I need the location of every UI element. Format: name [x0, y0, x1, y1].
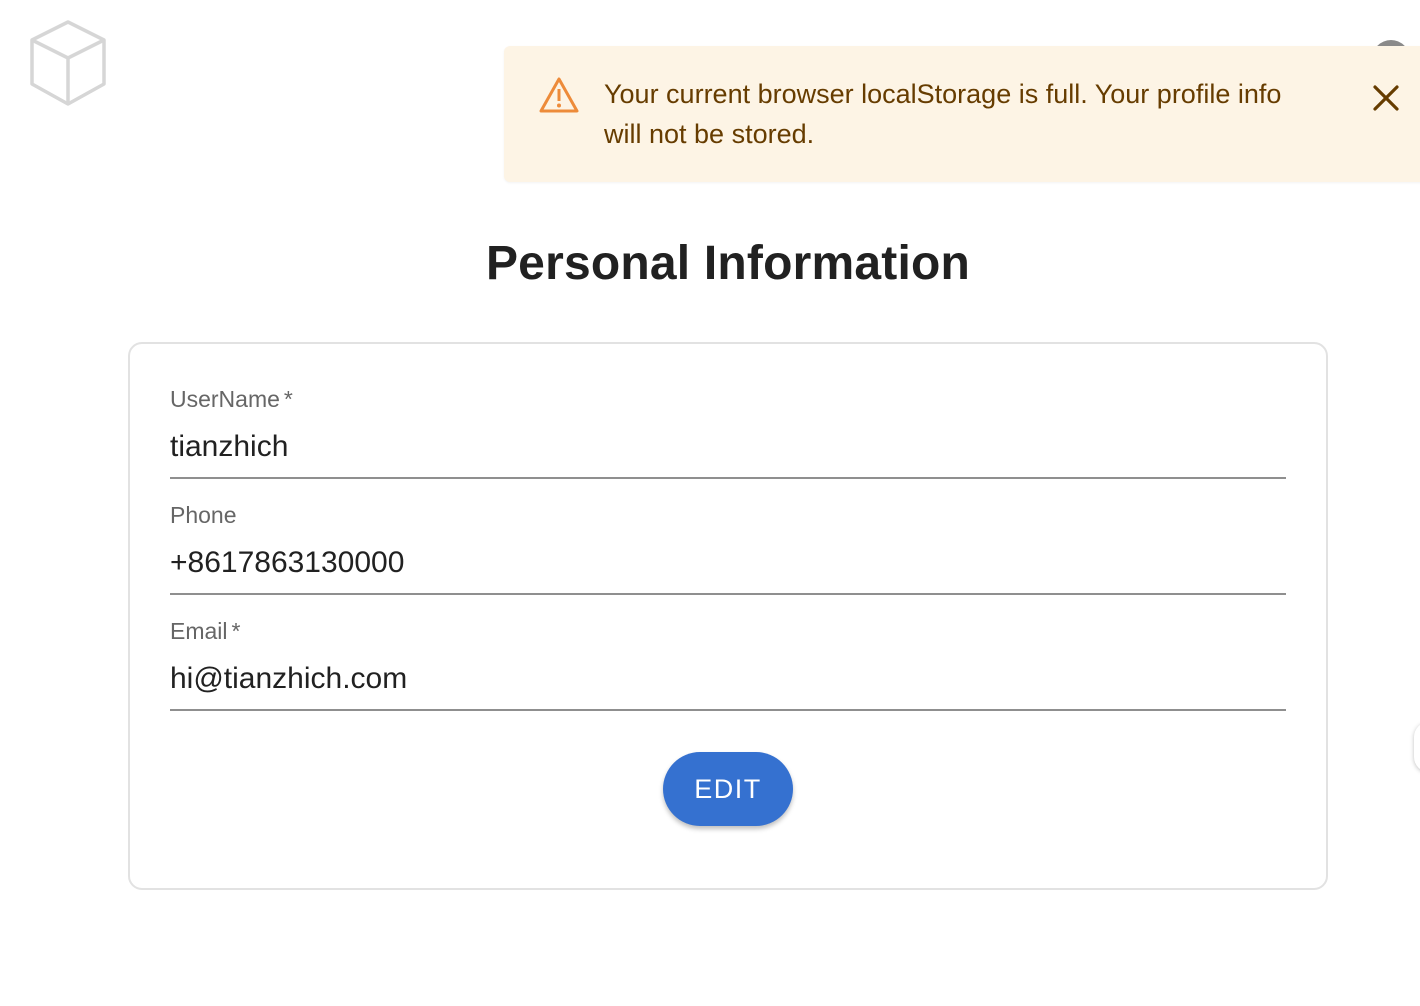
- phone-label-text: Phone: [170, 502, 237, 528]
- username-input[interactable]: [170, 430, 1286, 464]
- phone-underline: [170, 593, 1286, 595]
- cube-icon[interactable]: [26, 18, 110, 108]
- alert-message: Your current browser localStorage is ful…: [604, 79, 1282, 149]
- edit-button[interactable]: EDIT: [663, 752, 793, 826]
- email-input[interactable]: [170, 662, 1286, 696]
- page: Your current browser localStorage is ful…: [0, 0, 1420, 1006]
- phone-input[interactable]: [170, 546, 1286, 580]
- username-field: UserName *: [170, 386, 1286, 482]
- storage-warning-alert: Your current browser localStorage is ful…: [504, 46, 1420, 182]
- personal-info-card: UserName* Phone Email* EDIT: [128, 342, 1328, 890]
- email-underline: [170, 709, 1286, 711]
- required-asterisk: *: [283, 386, 293, 412]
- email-label-text: Email: [170, 618, 228, 644]
- phone-label: Phone: [170, 502, 241, 529]
- side-drawer-handle[interactable]: [1414, 722, 1420, 772]
- username-label-text: UserName: [170, 386, 280, 412]
- email-field: Email *: [170, 618, 1286, 714]
- email-label: Email *: [170, 618, 240, 645]
- warning-triangle-icon: [539, 77, 579, 113]
- required-asterisk: *: [231, 618, 241, 644]
- page-title: Personal Information: [485, 237, 971, 290]
- username-underline: [170, 477, 1286, 479]
- phone-field: Phone: [170, 502, 1286, 598]
- close-icon[interactable]: [1368, 80, 1404, 116]
- username-label: UserName *: [170, 386, 293, 413]
